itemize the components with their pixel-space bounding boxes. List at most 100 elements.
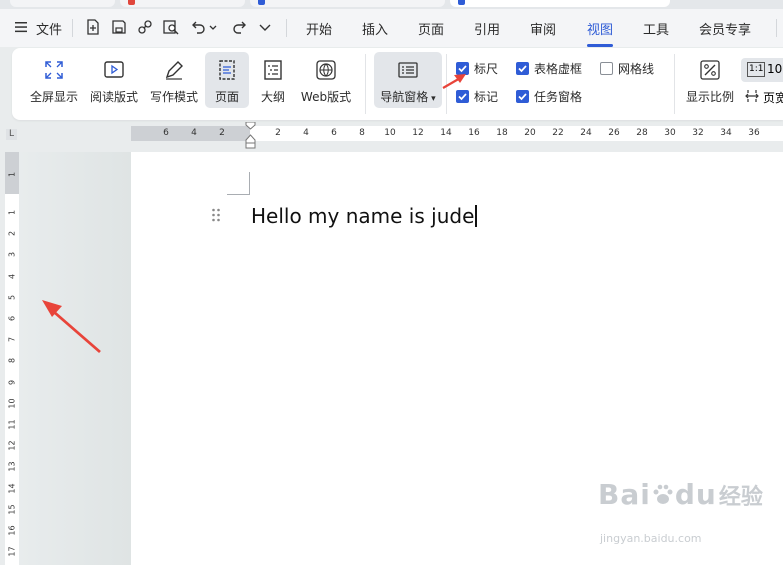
ruler-number: 4 [7,273,17,279]
writing-mode-button[interactable]: 写作模式 [146,52,202,108]
print-preview-icon[interactable] [162,18,180,36]
window-tab[interactable] [120,0,245,7]
more-chevron-down-icon[interactable] [256,18,274,36]
window-tab-active[interactable] [450,0,670,7]
tab-tools[interactable]: 工具 [643,19,669,38]
table-gridlines-checkbox-box[interactable] [516,62,529,75]
vertical-ruler[interactable]: 1 1 2 3 4 5 6 7 8 9 10 11 12 13 14 15 16 17 [5,152,19,565]
view-ribbon: 全屏显示 阅读版式 写作模式 页面 大纲 Web版式 导航窗格 ▾ 标尺 表格虚… [12,48,783,120]
tab-review[interactable]: 审阅 [530,19,556,38]
window-tab-strip [0,0,783,9]
marks-checkbox-box[interactable] [456,90,469,103]
window-tab[interactable] [10,0,115,7]
document-paragraph[interactable]: Hello my name is jude [251,204,478,228]
ruler-number: 17 [7,546,17,557]
ruler-number: 32 [692,128,704,138]
ruler-tab-selector[interactable]: L [6,129,17,140]
hamburger-menu-icon[interactable] [14,20,28,34]
fullscreen-button[interactable]: 全屏显示 [26,52,82,108]
margin-corner-mark [227,172,250,195]
checkmark-icon [518,93,527,101]
page-layout-button[interactable]: 页面 [205,52,249,108]
new-document-icon[interactable] [84,18,102,36]
zoom-100-label: 10 [767,62,783,76]
share-link-icon[interactable] [136,18,154,36]
ruler-number: 9 [7,379,17,385]
file-menu[interactable]: 文件 [36,19,62,38]
tab-home[interactable]: 开始 [306,19,332,38]
checkmark-icon [458,93,467,101]
ruler-number: 4 [191,128,197,138]
ruler-number: 6 [331,128,337,138]
zoom-label: 显示比例 [685,90,734,104]
globe-icon [316,60,336,80]
active-tab-indicator [587,44,613,47]
ruler-number: 24 [580,128,592,138]
outline-icon [264,60,282,80]
indent-marker-icon[interactable] [245,122,256,152]
undo-icon[interactable] [190,18,208,36]
horizontal-ruler[interactable]: 6 4 2 2 4 6 8 10 12 14 16 18 20 22 24 26 28 30 32 34 36 [131,122,783,149]
navigation-pane-text: 导航窗格 [380,90,429,104]
annotation-arrow-icon [442,74,466,89]
checkmark-icon [518,65,527,73]
ruler-number: 30 [664,128,676,138]
doc-tab-icon [258,0,265,5]
watermark-url: jingyan.baidu.com [600,532,702,545]
reading-layout-button[interactable]: 阅读版式 [86,52,142,108]
ruler-number: 5 [7,294,17,300]
task-pane-checkbox-box[interactable] [516,90,529,103]
page-layout-icon [219,60,235,80]
text-cursor [475,205,478,227]
tab-insert[interactable]: 插入 [362,19,388,38]
undo-dropdown-chevron-icon[interactable] [208,18,218,36]
page-width-label: 页宽 [763,91,783,105]
page-width-button[interactable]: 页宽 [745,88,783,106]
ruler-number: 36 [748,128,760,138]
web-layout-button[interactable]: Web版式 [297,52,355,108]
ruler-number: 13 [7,461,17,472]
web-layout-label: Web版式 [300,90,352,104]
tab-page[interactable]: 页面 [418,19,444,38]
ruler-number: 16 [7,525,17,536]
ruler-number: 34 [720,128,732,138]
task-pane-checkbox-label: 任务窗格 [534,90,583,104]
ruler-number: 12 [7,440,17,451]
tab-view[interactable]: 视图 [587,19,613,38]
zoom-button[interactable]: 显示比例 [682,52,738,108]
save-icon[interactable] [110,18,128,36]
zoom-100-button[interactable]: 1:1 10 [741,58,783,82]
ruler-number: 8 [359,128,365,138]
ruler-checkbox-label: 标尺 [474,62,499,76]
window-tab[interactable] [250,0,445,7]
ribbon-divider [365,54,366,114]
menu-divider [286,19,287,37]
navigation-pane-button[interactable]: 导航窗格 ▾ [374,52,442,108]
tab-references[interactable]: 引用 [474,19,500,38]
ruler-number: 14 [440,128,452,138]
watermark-cn: 经验 [718,485,763,510]
ruler-number: 8 [7,358,17,364]
ruler-number: 1 [7,209,17,216]
paw-icon [653,484,673,504]
doc-tab-icon [458,0,465,5]
navigation-pane-chevron-icon: ▾ [428,94,436,104]
ruler-number: 28 [636,128,648,138]
tab-membership[interactable]: 会员专享 [699,19,751,38]
redo-icon[interactable] [230,18,248,36]
ruler-number: 7 [7,337,17,343]
page-layout-label: 页面 [214,90,239,104]
ruler-number: 16 [468,128,480,138]
table-gridlines-checkbox-label: 表格虚框 [534,62,583,76]
marks-checkbox-label: 标记 [474,90,499,104]
outline-button[interactable]: 大纲 [253,52,293,108]
ruler-number: 12 [412,128,424,138]
navigation-pane-icon [398,62,418,78]
ruler-number: 10 [384,128,396,138]
gridlines-checkbox-box[interactable] [600,62,613,75]
ruler-number: 11 [7,419,17,430]
drag-handle-icon[interactable] [211,208,221,222]
fullscreen-label: 全屏显示 [29,90,78,104]
annotation-arrow-icon [42,300,101,354]
baidu-jingyan-watermark: Bai du经验 jingyan.baidu.com [598,478,763,545]
